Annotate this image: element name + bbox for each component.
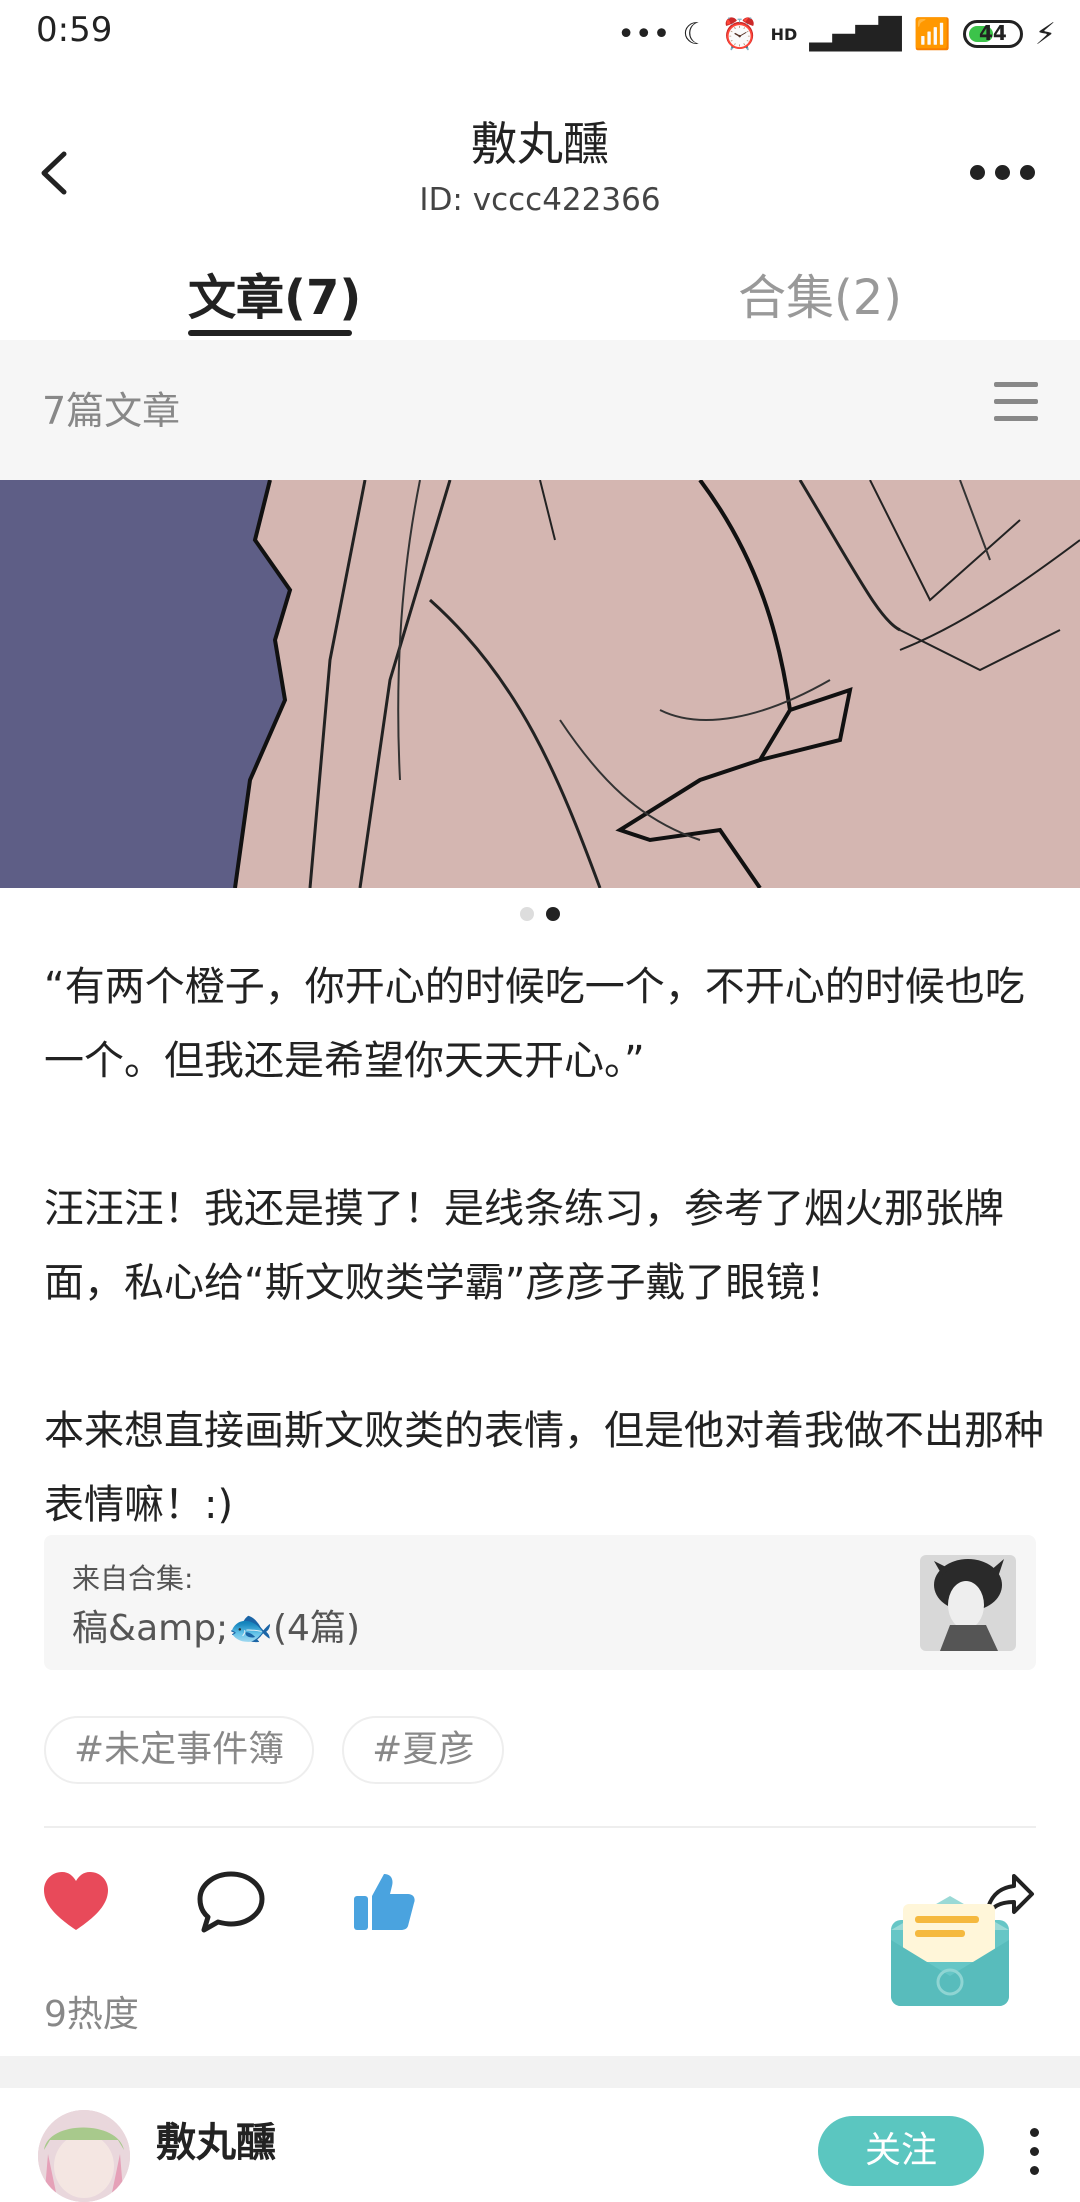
top-bar: 敷丸醺 ID: vccc422366: [0, 100, 1080, 220]
tabs: 文章(7) 合集(2): [0, 250, 1080, 340]
tag-chip[interactable]: #未定事件簿: [44, 1716, 315, 1784]
avatar[interactable]: [38, 2110, 130, 2202]
divider: [44, 1826, 1036, 1828]
collection-card[interactable]: 来自合集: 稿&amp;🐟(4篇): [44, 1535, 1036, 1670]
tag-chip[interactable]: #夏彦: [342, 1716, 505, 1784]
collection-name: 稿&amp;🐟(4篇): [72, 1608, 361, 1649]
user-id: ID: vccc422366: [419, 182, 661, 218]
page-title: 敷丸醺: [471, 117, 609, 171]
collection-thumbnail: [920, 1555, 1016, 1651]
status-time: 0:59: [36, 10, 113, 50]
thumbs-up-icon[interactable]: [352, 1870, 416, 1934]
battery-icon: 44: [962, 20, 1023, 48]
post-image[interactable]: [0, 480, 1080, 888]
author-name[interactable]: 敷丸醺: [156, 2110, 276, 2168]
like-icon[interactable]: [42, 1870, 110, 1934]
network-label: HD: [770, 24, 798, 44]
section-gap: [0, 2056, 1080, 2088]
collection-label: 来自合集:: [72, 1562, 194, 1595]
tab-collections[interactable]: 合集(2): [738, 258, 902, 328]
carousel-dot-1[interactable]: [520, 907, 534, 921]
post-content: “有两个橙子，你开心的时候吃一个，不开心的时候也吃一个。但我还是希望你天天开心。…: [44, 950, 1044, 1616]
more-dots-icon: •••: [617, 16, 671, 52]
comment-icon[interactable]: [196, 1870, 266, 1936]
author-row: 敷丸醺 关注: [0, 2088, 1080, 2202]
article-count: 7篇文章: [42, 389, 181, 433]
moon-icon: ☾: [682, 16, 710, 52]
more-options-icon[interactable]: [970, 160, 1040, 184]
post-paragraph: “有两个橙子，你开心的时候吃一个，不开心的时候也吃一个。但我还是希望你天天开心。…: [44, 964, 1025, 1084]
status-bar: 0:59 ••• ☾ ⏰ HD ▂▄▆█ 📶 44 ⚡: [0, 0, 1080, 66]
wifi-icon: 📶: [913, 16, 951, 52]
letter-envelope-icon[interactable]: [885, 1890, 1015, 2010]
post-paragraph: 汪汪汪！我还是摸了！是线条练习，参考了烟火那张牌面，私心给“斯文败类学霸”彦彦子…: [44, 1186, 1004, 1306]
alarm-icon: ⏰: [721, 16, 759, 52]
heat-count: 9热度: [44, 1994, 139, 2035]
carousel-dots: [0, 906, 1080, 925]
tab-articles[interactable]: 文章(7): [188, 258, 361, 328]
tag-list: #未定事件簿 #夏彦: [44, 1716, 505, 1784]
post-paragraph: 本来想直接画斯文败类的表情，但是他对着我做不出那种表情嘛！:): [44, 1408, 1044, 1528]
author-more-icon[interactable]: [1030, 2128, 1040, 2185]
article-count-bar: 7篇文章: [0, 340, 1080, 480]
active-tab-indicator: [188, 330, 352, 336]
list-view-icon[interactable]: [994, 382, 1038, 422]
charging-icon: ⚡: [1034, 16, 1056, 52]
follow-button[interactable]: 关注: [818, 2116, 984, 2186]
status-icons: ••• ☾ ⏰ HD ▂▄▆█ 📶 44 ⚡: [617, 12, 1056, 56]
carousel-dot-2[interactable]: [546, 907, 560, 921]
signal-icon: ▂▄▆█: [809, 16, 902, 52]
title-block: 敷丸醺 ID: vccc422366: [0, 108, 1080, 218]
